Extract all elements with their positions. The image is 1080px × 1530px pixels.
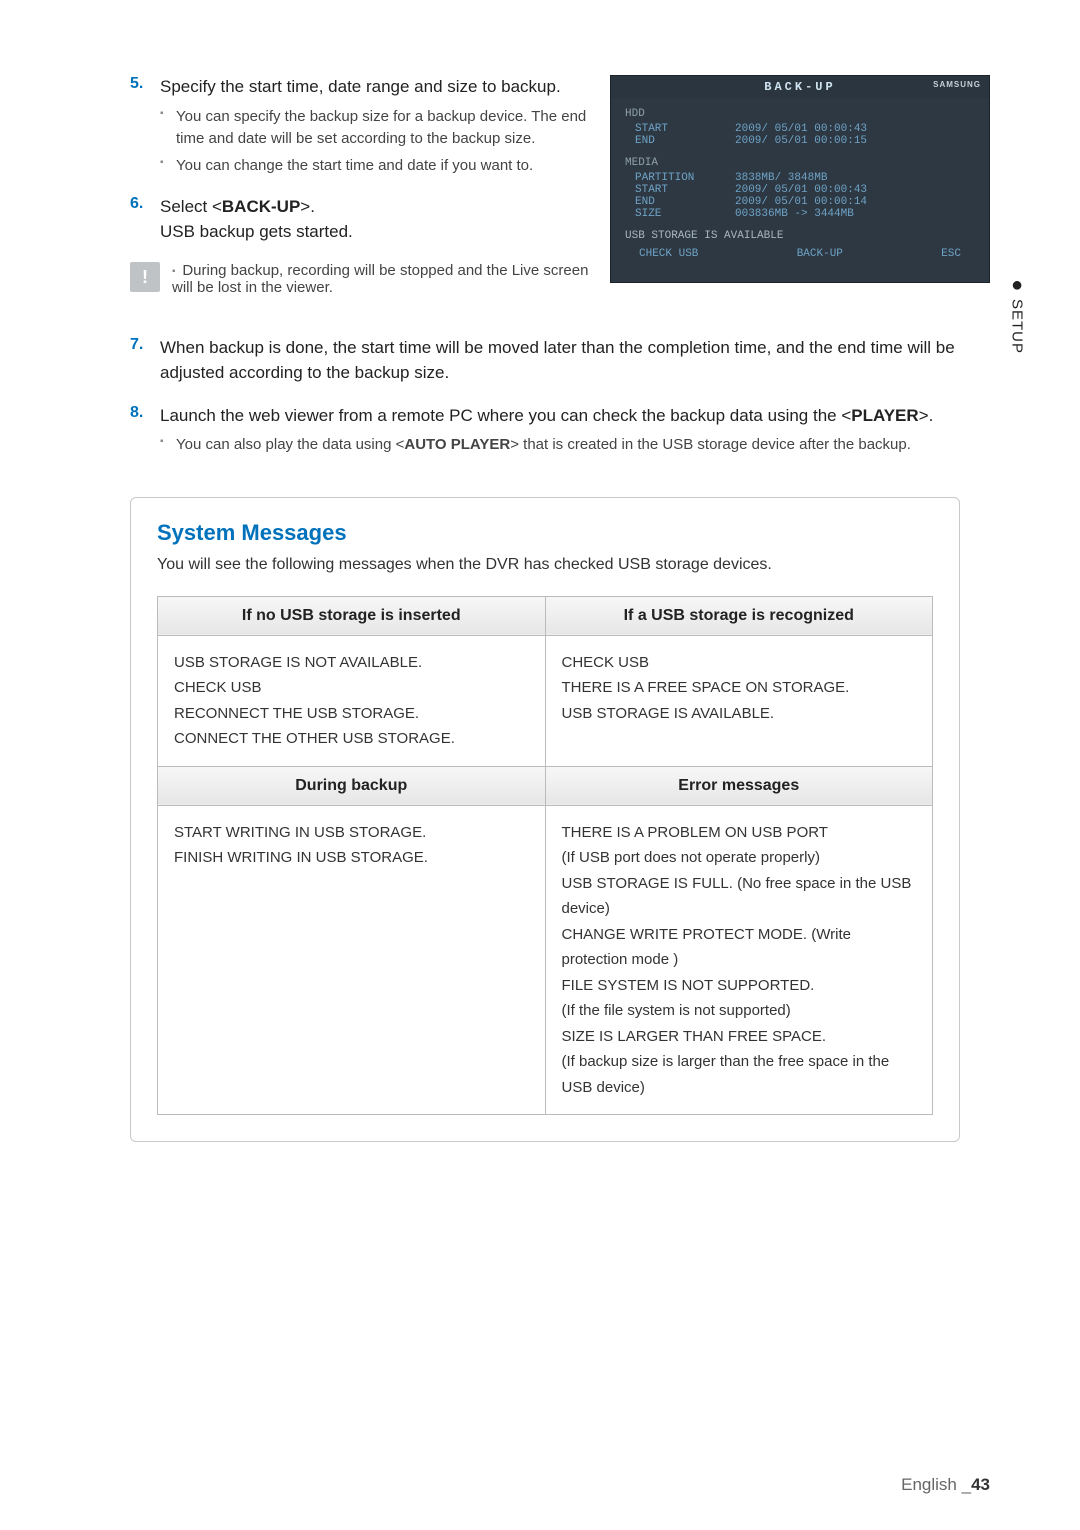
footer-separator: _ (962, 1475, 971, 1494)
system-messages-table: If no USB storage is inserted If a USB s… (157, 596, 933, 1116)
text-fragment: >. (919, 406, 934, 425)
step-number: 5. (130, 75, 143, 93)
table-cell: START WRITING IN USB STORAGE. FINISH WRI… (158, 805, 546, 1115)
step-7: 7. When backup is done, the start time w… (130, 336, 960, 385)
page-footer: English _43 (901, 1475, 990, 1495)
step-text: Select <BACK-UP>. (160, 195, 610, 220)
step-text: When backup is done, the start time will… (160, 336, 960, 385)
step-sub: You can change the start time and date i… (160, 155, 610, 178)
step-text: Specify the start time, date range and s… (160, 75, 610, 100)
footer-language: English (901, 1475, 957, 1494)
step-number: 6. (130, 195, 143, 213)
bullet-icon: ● (992, 275, 1042, 295)
side-tab-label: SETUP (1009, 299, 1026, 354)
section-title: System Messages (157, 520, 933, 546)
text-bold: PLAYER (851, 406, 918, 425)
table-row: START WRITING IN USB STORAGE. FINISH WRI… (158, 805, 933, 1115)
text-fragment: > that is created in the USB storage dev… (510, 436, 911, 453)
table-row: During backup Error messages (158, 766, 933, 805)
table-header: If a USB storage is recognized (545, 596, 933, 635)
section-subtitle: You will see the following messages when… (157, 556, 933, 574)
note-text: During backup, recording will be stopped… (172, 262, 610, 296)
page-content: 5. Specify the start time, date range an… (130, 75, 960, 1142)
text-fragment: Launch the web viewer from a remote PC w… (160, 406, 851, 425)
table-cell: USB STORAGE IS NOT AVAILABLE. CHECK USB … (158, 635, 546, 766)
table-cell: THERE IS A PROBLEM ON USB PORT (If USB p… (545, 805, 933, 1115)
side-tab: ● SETUP (992, 275, 1042, 359)
step-8: 8. Launch the web viewer from a remote P… (130, 404, 960, 457)
wide-steps: 7. When backup is done, the start time w… (130, 326, 960, 456)
text-fragment: Select < (160, 197, 222, 216)
step-text: USB backup gets started. (160, 220, 610, 245)
table-cell: CHECK USB THERE IS A FREE SPACE ON STORA… (545, 635, 933, 766)
system-messages-section: System Messages You will see the followi… (130, 497, 960, 1143)
text-fragment: >. (300, 197, 315, 216)
note-block: ! During backup, recording will be stopp… (130, 262, 610, 296)
table-row: If no USB storage is inserted If a USB s… (158, 596, 933, 635)
step-number: 8. (130, 404, 143, 422)
left-column: 5. Specify the start time, date range an… (130, 75, 610, 296)
step-sub: You can specify the backup size for a ba… (160, 106, 610, 151)
footer-page-number: 43 (971, 1475, 990, 1494)
table-row: USB STORAGE IS NOT AVAILABLE. CHECK USB … (158, 635, 933, 766)
step-number: 7. (130, 336, 143, 354)
step-6: 6. Select <BACK-UP>. USB backup gets sta… (130, 195, 610, 244)
table-header: During backup (158, 766, 546, 805)
table-header: Error messages (545, 766, 933, 805)
caution-icon: ! (130, 262, 160, 292)
step-text: Launch the web viewer from a remote PC w… (160, 404, 960, 429)
text-bold: BACK-UP (222, 197, 300, 216)
text-bold: AUTO PLAYER (404, 436, 510, 453)
step-sub: You can also play the data using <AUTO P… (160, 434, 960, 457)
table-header: If no USB storage is inserted (158, 596, 546, 635)
step-5: 5. Specify the start time, date range an… (130, 75, 610, 177)
text-fragment: You can also play the data using < (176, 436, 404, 453)
